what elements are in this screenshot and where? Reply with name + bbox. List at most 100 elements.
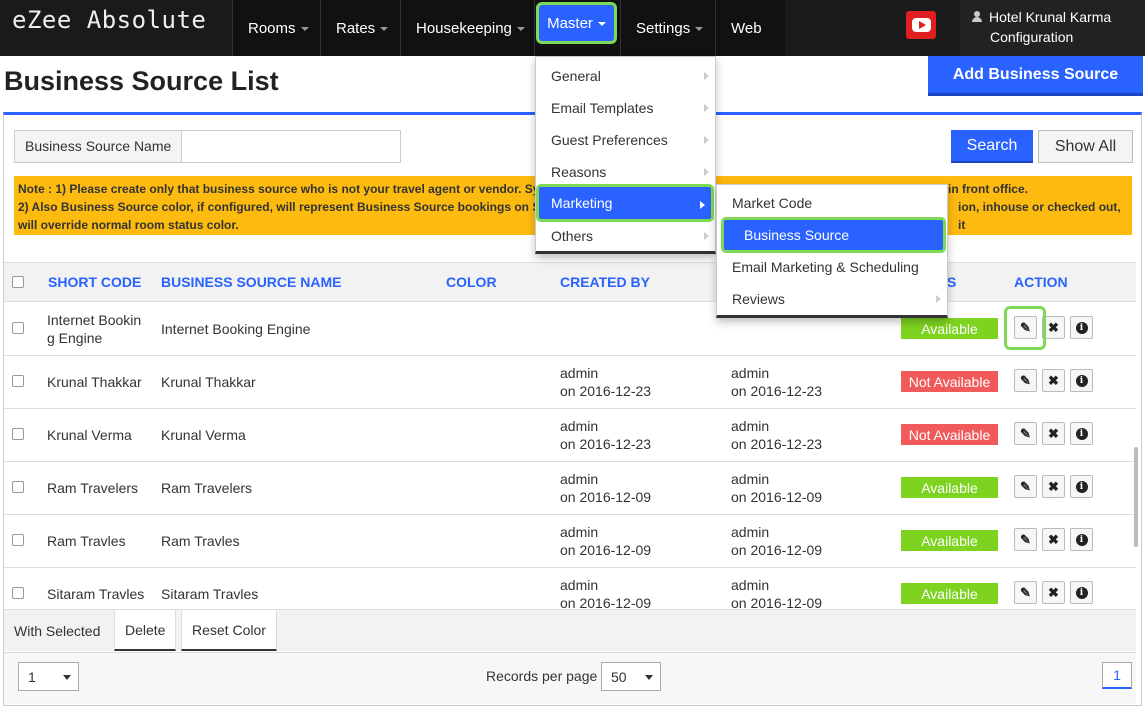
- info-button[interactable]: i: [1070, 422, 1093, 445]
- chevron-down-icon: [645, 675, 653, 680]
- status-badge: Not Available: [901, 424, 998, 445]
- created-by-date: on 2016-12-09: [560, 595, 652, 609]
- close-icon: ✖: [1048, 531, 1059, 547]
- menu-item-email-templates[interactable]: Email Templates: [536, 92, 715, 124]
- note-line1-end: in front office.: [948, 182, 1028, 196]
- records-per-page-select[interactable]: 50: [601, 662, 661, 691]
- row-checkbox[interactable]: [12, 375, 24, 387]
- info-button[interactable]: i: [1070, 581, 1093, 604]
- menu-item-label: Email Templates: [551, 100, 654, 116]
- nav-rooms[interactable]: Rooms: [232, 0, 320, 56]
- delete-selected-button[interactable]: Delete: [114, 610, 177, 651]
- header-short-code[interactable]: SHORT CODE: [48, 274, 141, 290]
- header-name[interactable]: BUSINESS SOURCE NAME: [161, 274, 341, 290]
- info-icon: i: [1075, 586, 1088, 599]
- edit-highlight: [1004, 306, 1046, 350]
- edit-button[interactable]: ✎: [1014, 369, 1037, 392]
- created-by-date: on 2016-12-09: [560, 542, 652, 558]
- close-icon: ✖: [1048, 425, 1059, 441]
- row-checkbox[interactable]: [12, 428, 24, 440]
- table-row: Sitaram Travles Sitaram Travles admin on …: [4, 568, 1136, 609]
- row-checkbox[interactable]: [12, 322, 24, 334]
- nav-housekeeping[interactable]: Housekeeping: [400, 0, 534, 56]
- edit-button[interactable]: ✎: [1014, 528, 1037, 551]
- nav-rates[interactable]: Rates: [320, 0, 400, 56]
- menu-item-label: General: [551, 68, 601, 84]
- search-label: Business Source Name: [14, 130, 182, 163]
- delete-button[interactable]: ✖: [1042, 528, 1065, 551]
- table-row: Ram Travelers Ram Travelers admin on 2016…: [4, 462, 1136, 515]
- chevron-down-icon: [63, 675, 71, 680]
- nav-rates-label: Rates: [336, 19, 376, 37]
- header-status[interactable]: S: [947, 274, 956, 290]
- info-button[interactable]: i: [1070, 316, 1093, 339]
- nav-master-label: Master: [547, 14, 593, 32]
- updated-by-cell: admin on 2016-12-09: [731, 523, 822, 559]
- info-button[interactable]: i: [1070, 475, 1093, 498]
- created-by-user: admin: [560, 471, 599, 487]
- edit-button[interactable]: ✎: [1014, 422, 1037, 445]
- row-checkbox[interactable]: [12, 587, 24, 599]
- submenu-item-reviews[interactable]: Reviews: [717, 283, 947, 315]
- header-created-by[interactable]: CREATED BY: [560, 274, 650, 290]
- delete-button[interactable]: ✖: [1042, 475, 1065, 498]
- chevron-down-icon: [597, 22, 606, 26]
- menu-item-general[interactable]: General: [536, 60, 715, 92]
- search-input[interactable]: [181, 130, 401, 163]
- menu-item-label: Marketing: [551, 195, 613, 211]
- page-select[interactable]: 1: [18, 662, 79, 691]
- chevron-right-icon: [704, 168, 709, 176]
- table-scrollbar[interactable]: [1134, 447, 1138, 547]
- info-button[interactable]: i: [1070, 528, 1093, 551]
- edit-button[interactable]: ✎: [1014, 475, 1037, 498]
- submenu-item-market-code[interactable]: Market Code: [717, 187, 947, 219]
- select-all-checkbox[interactable]: [12, 276, 24, 288]
- chevron-right-icon: [704, 232, 709, 240]
- user-menu[interactable]: Hotel Krunal Karma Configuration: [960, 0, 1145, 56]
- chevron-right-icon: [704, 72, 709, 80]
- table-row: Krunal Thakkar Krunal Thakkar admin on 20…: [4, 356, 1136, 409]
- user-icon: [972, 11, 982, 22]
- table-row: Internet Bookin g Engine Internet Booking…: [4, 303, 1136, 356]
- short-code-cell: Internet Bookin g Engine: [47, 311, 141, 347]
- nav-master[interactable]: Master: [536, 2, 617, 44]
- header-color[interactable]: COLOR: [446, 274, 497, 290]
- name-cell: Sitaram Travles: [161, 586, 259, 602]
- show-all-button[interactable]: Show All: [1038, 130, 1133, 163]
- search-button[interactable]: Search: [951, 130, 1033, 163]
- page-button-current[interactable]: 1: [1102, 662, 1132, 689]
- menu-item-marketing[interactable]: Marketing: [536, 184, 714, 222]
- header-action: ACTION: [1014, 274, 1068, 290]
- brand-logo[interactable]: eZee Absolute: [0, 0, 232, 56]
- add-business-source-button[interactable]: Add Business Source: [928, 56, 1143, 96]
- updated-by-cell: admin on 2016-12-23: [731, 364, 822, 400]
- menu-item-others[interactable]: Others: [536, 220, 715, 252]
- submenu-item-email-marketing[interactable]: Email Marketing & Scheduling: [717, 251, 947, 283]
- updated-by-date: on 2016-12-09: [731, 595, 823, 609]
- hotel-name: Hotel Krunal Karma: [989, 9, 1112, 25]
- table-header: SHORT CODE BUSINESS SOURCE NAME COLOR CR…: [4, 262, 1136, 302]
- info-button[interactable]: i: [1070, 369, 1093, 392]
- updated-by-user: admin: [731, 577, 770, 593]
- youtube-icon[interactable]: [906, 11, 936, 39]
- menu-item-label: Others: [551, 228, 594, 244]
- reset-color-button[interactable]: Reset Color: [181, 610, 277, 651]
- close-icon: ✖: [1048, 478, 1059, 494]
- nav-web[interactable]: Web: [715, 0, 785, 56]
- nav-settings[interactable]: Settings: [620, 0, 715, 56]
- delete-button[interactable]: ✖: [1042, 422, 1065, 445]
- submenu-item-business-source[interactable]: Business Source: [721, 217, 946, 253]
- delete-button[interactable]: ✖: [1042, 369, 1065, 392]
- edit-button[interactable]: ✎: [1014, 581, 1037, 604]
- note-line2: 2) Also Business Source color, if config…: [18, 200, 541, 214]
- delete-button[interactable]: ✖: [1042, 581, 1065, 604]
- info-icon: i: [1075, 533, 1088, 546]
- user-role: Configuration: [990, 29, 1074, 45]
- table-row: Ram Travles Ram Travles admin on 2016-12-…: [4, 515, 1136, 568]
- row-checkbox[interactable]: [12, 534, 24, 546]
- menu-item-guest-preferences[interactable]: Guest Preferences: [536, 124, 715, 156]
- name-cell: Ram Travles: [161, 533, 240, 549]
- status-badge: Available: [901, 477, 998, 498]
- row-checkbox[interactable]: [12, 481, 24, 493]
- close-icon: ✖: [1048, 372, 1059, 388]
